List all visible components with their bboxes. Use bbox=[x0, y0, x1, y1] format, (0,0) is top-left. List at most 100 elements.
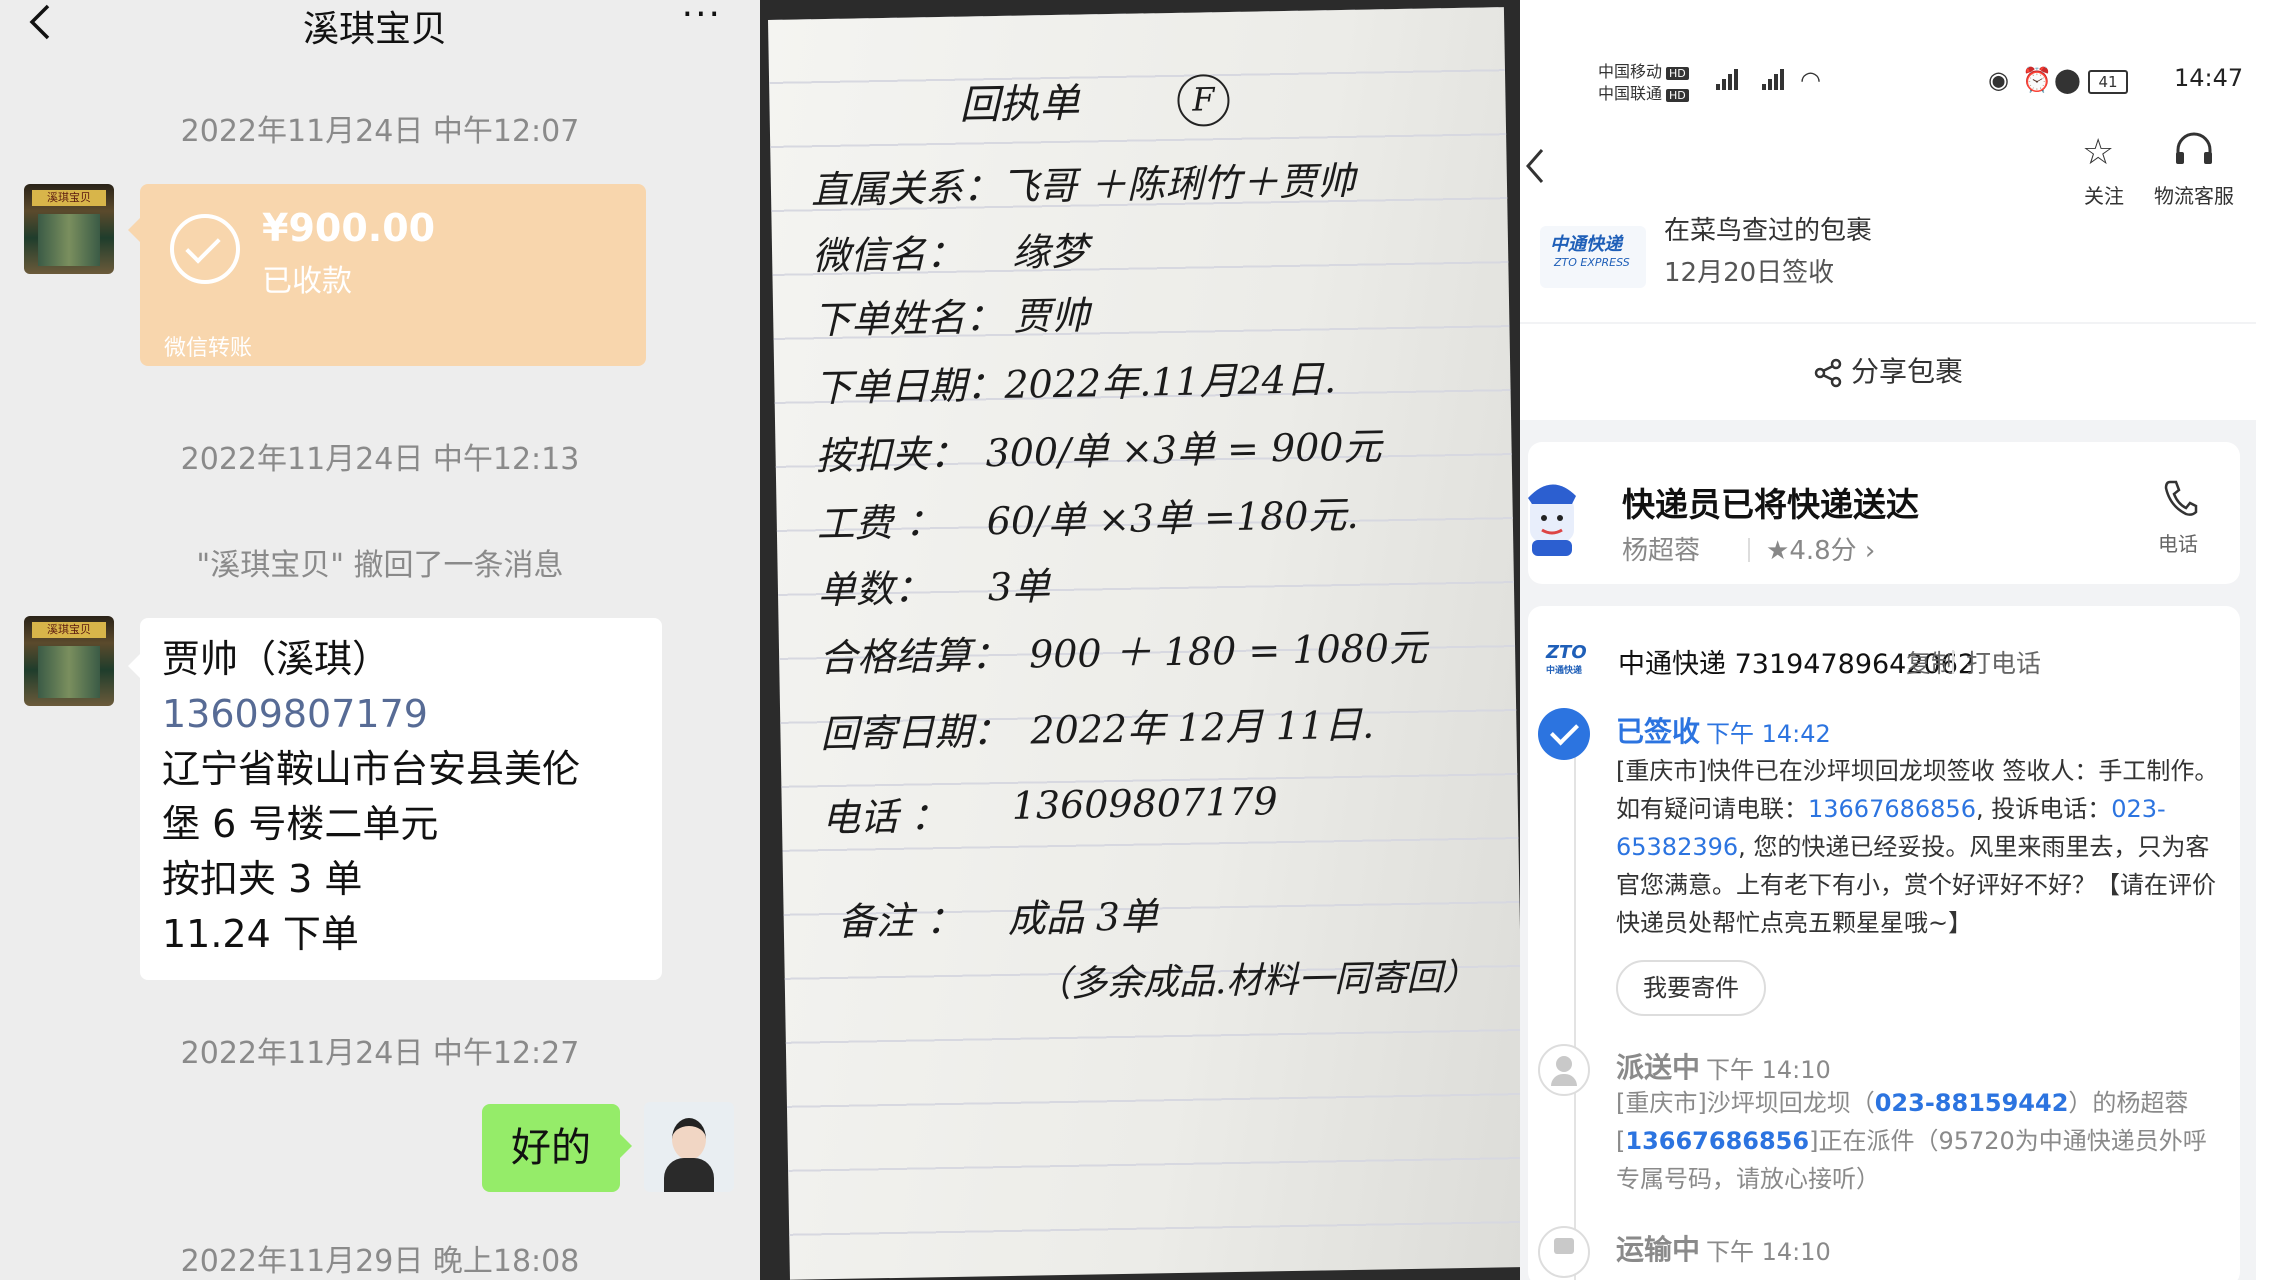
receipt-value: 贾帅 bbox=[1012, 293, 1090, 339]
transfer-source: 微信转账 bbox=[164, 336, 253, 361]
alarm-icon: ⏰ bbox=[2022, 66, 2052, 94]
more-options-icon[interactable]: ··· bbox=[682, 0, 722, 35]
reply-bubble[interactable]: 好的 bbox=[482, 1104, 632, 1192]
follow-label[interactable]: 关注 bbox=[2084, 180, 2124, 209]
tracking-card: ZTO 中通快递 中通快递 73194789642062 复制 打电话 已签收 下… bbox=[1528, 606, 2240, 1280]
transfer-card[interactable]: ¥900.00 已收款 微信转账 bbox=[128, 184, 646, 366]
contact-avatar[interactable]: 溪琪宝贝 bbox=[24, 616, 114, 706]
battery-icon: 41 bbox=[2088, 70, 2128, 94]
receipt-value: 300/单 ×3单 = 900元 bbox=[985, 424, 1382, 476]
package-sign-date: 12月20日签收 bbox=[1664, 258, 1835, 288]
phone-link[interactable]: 023-88159442 bbox=[1875, 1089, 2069, 1117]
call-label[interactable]: 电话 bbox=[2158, 528, 2198, 557]
event-detail: [重庆市]沙坪坝回龙坝（023-88159442）的杨超蓉 [1366768685… bbox=[1616, 1089, 2207, 1193]
receipt-title: 回执单 bbox=[959, 80, 1080, 129]
send-package-button[interactable]: 我要寄件 bbox=[1616, 960, 1766, 1016]
delivered-title: 快递员已将快递送达 bbox=[1622, 485, 1919, 524]
courier-avatar-icon bbox=[1528, 484, 1576, 556]
package-name: 在菜鸟查过的包裹 bbox=[1664, 216, 1873, 246]
chat-title: 溪琪宝贝 bbox=[302, 9, 447, 50]
check-circle-icon bbox=[170, 214, 240, 284]
chat-header: 溪琪宝贝 ··· bbox=[0, 0, 760, 50]
courier-rating[interactable]: ★4.8分 › bbox=[1766, 530, 1875, 567]
receipt-key: 下单姓名： bbox=[812, 294, 1004, 343]
receipt-key: 回寄日期： bbox=[820, 708, 1011, 757]
receipt-value: 900 ＋ 180 = 1080元 bbox=[1028, 625, 1428, 677]
receipt-value: 成品 3单 bbox=[1007, 894, 1159, 941]
top-nav: ☆ 关注 物流客服 bbox=[1520, 106, 2256, 226]
copy-button[interactable]: 复制 bbox=[1906, 644, 1956, 680]
event-title: 运输中 bbox=[1616, 1233, 1701, 1266]
delivery-status-card: 快递员已将快递送达 杨超蓉 ★4.8分 › 电话 bbox=[1528, 442, 2240, 584]
parcel-tracking-panel: 中国移动 HD 中国联通 HD ◠ ◉ ⏰ ⬤ 41 14:47 ☆ 关注 物流客服… bbox=[1520, 0, 2256, 1280]
timestamp: 2022年11月24日 中午12:27 bbox=[180, 1036, 580, 1071]
timestamp: 2022年11月24日 中午12:13 bbox=[180, 442, 580, 477]
message-bubble[interactable]: 贾帅（溪琪） 13609807179 辽宁省鞍山市台安县美伦 堡 6 号楼二单元… bbox=[128, 618, 662, 980]
share-icon bbox=[1814, 358, 1842, 388]
phone-link[interactable]: 13667686856 bbox=[1808, 795, 1976, 823]
receipt-note: （多余成品.材料一同寄回） bbox=[1034, 956, 1479, 1006]
event-title: 派送中 bbox=[1616, 1051, 1701, 1084]
receipt-key: 下单日期： bbox=[814, 362, 1005, 411]
message-line: 11.24 下单 bbox=[162, 912, 359, 956]
receipt-key: 直属关系： bbox=[810, 164, 1002, 213]
receipt-key: 微信名： bbox=[811, 231, 965, 279]
signed-check-icon bbox=[1538, 708, 1590, 760]
message-line: 按扣夹 3 单 bbox=[162, 857, 363, 901]
receipt-value: 13609807179 bbox=[1011, 779, 1279, 828]
receipt-key: 备注 ： bbox=[837, 897, 965, 944]
receipt-key: 单数： bbox=[817, 566, 933, 613]
message-phone-link[interactable]: 13609807179 bbox=[162, 687, 640, 742]
wifi-icon: ◠ bbox=[1800, 66, 1821, 94]
zto-small-logo: ZTO 中通快递 bbox=[1546, 642, 1587, 676]
timestamp: 2022年11月29日 晚上18:08 bbox=[180, 1244, 580, 1279]
event-title: 已签收 bbox=[1616, 715, 1701, 748]
package-summary[interactable]: 中通快递 ZTO EXPRESS 在菜鸟查过的包裹 12月20日签收 bbox=[1520, 216, 2256, 322]
receipt-value: 缘梦 bbox=[1011, 229, 1089, 275]
clock: 14:47 bbox=[2174, 64, 2244, 92]
message-line: 辽宁省鞍山市台安县美伦 bbox=[162, 747, 581, 791]
transfer-amount: ¥900.00 bbox=[262, 206, 436, 250]
truck-icon bbox=[1538, 1226, 1590, 1278]
receipt-key: 工费 ： bbox=[816, 500, 944, 547]
share-label: 分享包裹 bbox=[1850, 355, 1963, 388]
call-button[interactable]: 打电话 bbox=[1966, 644, 2041, 680]
message-line: 贾帅（溪琪） bbox=[162, 637, 391, 681]
courier-name: 杨超蓉 bbox=[1622, 536, 1701, 566]
message-line: 堡 6 号楼二单元 bbox=[162, 802, 439, 846]
receipt-circle-mark: F bbox=[1177, 73, 1230, 127]
status-bar: 中国移动 HD 中国联通 HD ◠ ◉ ⏰ ⬤ 41 14:47 bbox=[1520, 0, 2256, 106]
timestamp: 2022年11月24日 中午12:07 bbox=[180, 114, 580, 149]
transfer-status: 已收款 bbox=[262, 264, 352, 299]
headset-icon[interactable] bbox=[2172, 130, 2216, 170]
receipt-key: 合格结算： bbox=[818, 632, 1010, 681]
receipt-value: 60/单 ×3单 =180元. bbox=[986, 492, 1359, 544]
event-time: 下午 14:10 bbox=[1706, 1238, 1831, 1266]
phone-icon[interactable] bbox=[2162, 478, 2198, 518]
contact-avatar[interactable]: 溪琪宝贝 bbox=[24, 184, 114, 274]
logistics-service-label[interactable]: 物流客服 bbox=[2154, 180, 2234, 209]
receipt-value: 飞哥 ＋陈琍竹＋贾帅 bbox=[1000, 158, 1356, 209]
star-icon: ★ bbox=[1766, 536, 1790, 566]
right-margin bbox=[2256, 0, 2276, 1280]
phone-link[interactable]: 13667686856 bbox=[1625, 1127, 1809, 1155]
share-package-button[interactable]: 分享包裹 bbox=[1520, 324, 2256, 420]
eye-icon: ◉ bbox=[1988, 66, 2009, 94]
event-detail: [重庆市]快件已在沙坪坝回龙坝签收 签收人：手工制作。如有疑问请电联：13667… bbox=[1616, 757, 2219, 937]
recall-notice: "溪琪宝贝" 撤回了一条消息 bbox=[196, 548, 564, 583]
zto-logo: 中通快递 ZTO EXPRESS bbox=[1540, 226, 1646, 288]
receipt-photo-panel: 回执单 F 直属关系： 飞哥 ＋陈琍竹＋贾帅 微信名： 缘梦 下单姓名： 贾帅 … bbox=[760, 0, 1520, 1280]
event-time: 下午 14:10 bbox=[1706, 1056, 1831, 1084]
back-arrow-icon[interactable] bbox=[1524, 148, 1546, 184]
star-outline-icon[interactable]: ☆ bbox=[2082, 132, 2114, 173]
carrier-name: 中国移动 HD bbox=[1598, 58, 1689, 82]
reply-text: 好的 bbox=[511, 1125, 591, 1171]
receipt-value: 2022年.11月24日. bbox=[1004, 357, 1337, 407]
receipt-key: 电话 ： bbox=[821, 793, 949, 841]
timeline-line bbox=[1574, 736, 1576, 1280]
user-avatar[interactable] bbox=[644, 1102, 734, 1192]
receipt-value: 2022年 12月 11日. bbox=[1030, 702, 1375, 753]
location-icon: ⬤ bbox=[2054, 66, 2081, 94]
carrier-name: 中国联通 HD bbox=[1598, 80, 1689, 104]
receipt-paper: 回执单 F 直属关系： 飞哥 ＋陈琍竹＋贾帅 微信名： 缘梦 下单姓名： 贾帅 … bbox=[768, 7, 1520, 1280]
